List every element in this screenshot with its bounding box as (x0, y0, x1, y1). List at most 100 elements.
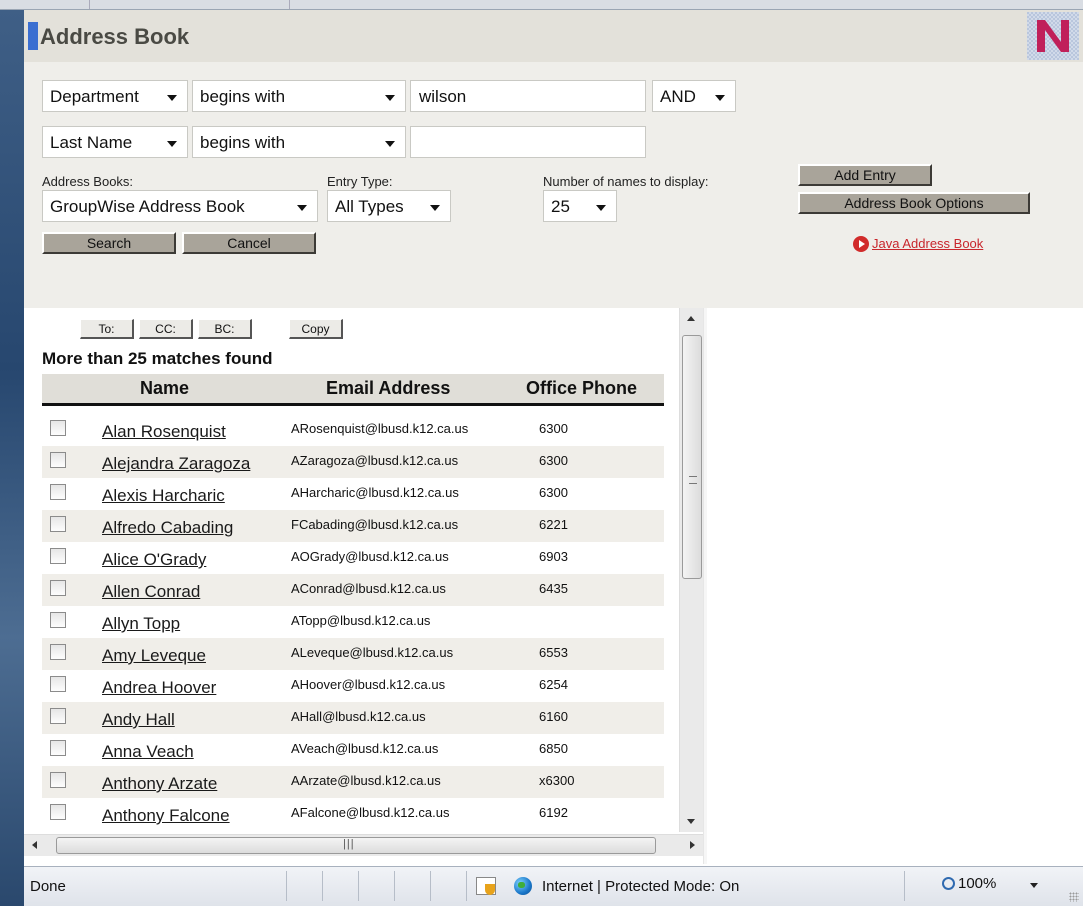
row-checkbox[interactable] (50, 804, 66, 820)
column-header-phone[interactable]: Office Phone (526, 378, 637, 399)
status-divider (286, 871, 287, 901)
contact-name-link[interactable]: Alice O'Grady (102, 550, 206, 570)
contact-phone: x6300 (539, 773, 575, 788)
row-checkbox[interactable] (50, 452, 66, 468)
contact-email: AZaragoza@lbusd.k12.ca.us (291, 453, 459, 468)
num-names-value: 25 (551, 197, 570, 216)
row-checkbox[interactable] (50, 772, 66, 788)
operator-select-1-value: begins with (200, 87, 286, 106)
bc-button[interactable]: BC: (198, 319, 252, 339)
entry-type-select[interactable]: All Types (327, 190, 451, 222)
horizontal-scroll-thumb[interactable]: ||| (56, 837, 656, 854)
contact-name-link[interactable]: Allen Conrad (102, 582, 200, 602)
security-zone-text: Internet | Protected Mode: On (542, 878, 740, 895)
status-divider (904, 871, 905, 901)
table-row: Allyn Topp ATopp@lbusd.k12.ca.us (42, 606, 664, 638)
contact-name-link[interactable]: Anthony Arzate (102, 774, 217, 794)
vertical-scrollbar[interactable] (679, 308, 703, 832)
chevron-down-icon (167, 95, 177, 101)
address-book-select[interactable]: GroupWise Address Book (42, 190, 318, 222)
contact-name-link[interactable]: Allyn Topp (102, 614, 180, 634)
contact-email: ATopp@lbusd.k12.ca.us (291, 613, 431, 628)
operator-select-2-value: begins with (200, 133, 286, 152)
contact-name-link[interactable]: Alexis Harcharic (102, 486, 225, 506)
row-checkbox[interactable] (50, 548, 66, 564)
row-checkbox[interactable] (50, 420, 66, 436)
grip-icon (689, 476, 697, 484)
to-button[interactable]: To: (80, 319, 134, 339)
status-divider (358, 871, 359, 901)
add-entry-button[interactable]: Add Entry (798, 164, 932, 186)
globe-icon (514, 877, 532, 895)
java-address-book-link[interactable]: Java Address Book (872, 236, 983, 251)
contact-phone: 6850 (539, 741, 568, 756)
contact-name-link[interactable]: Amy Leveque (102, 646, 206, 666)
row-checkbox[interactable] (50, 708, 66, 724)
operator-select-2[interactable]: begins with (192, 126, 406, 158)
chevron-down-icon[interactable] (1030, 883, 1038, 888)
scroll-up-icon[interactable] (687, 316, 695, 321)
contact-phone: 6553 (539, 645, 568, 660)
contact-name-link[interactable]: Andrea Hoover (102, 678, 216, 698)
contact-phone: 6435 (539, 581, 568, 596)
search-value-input-2[interactable] (410, 126, 646, 158)
frame-divider[interactable] (703, 308, 707, 864)
contact-email: AFalcone@lbusd.k12.ca.us (291, 805, 450, 820)
table-row: Amy Leveque ALeveque@lbusd.k12.ca.us 655… (42, 638, 664, 670)
contact-name-link[interactable]: Alejandra Zaragoza (102, 454, 250, 474)
cc-button[interactable]: CC: (139, 319, 193, 339)
scroll-right-icon[interactable] (690, 841, 695, 849)
status-text: Done (30, 878, 66, 895)
chevron-down-icon (430, 205, 440, 211)
row-checkbox[interactable] (50, 516, 66, 532)
row-checkbox[interactable] (50, 612, 66, 628)
resize-grip-icon[interactable] (1069, 892, 1079, 902)
search-button[interactable]: Search (42, 232, 176, 254)
row-checkbox[interactable] (50, 580, 66, 596)
chevron-down-icon (596, 205, 606, 211)
zoom-level[interactable]: 100% (958, 875, 996, 892)
table-header: Name Email Address Office Phone (42, 374, 664, 406)
contact-phone: 6254 (539, 677, 568, 692)
cancel-button[interactable]: Cancel (182, 232, 316, 254)
contact-name-link[interactable]: Anthony Falcone (102, 806, 230, 826)
contact-email: AHarcharic@lbusd.k12.ca.us (291, 485, 459, 500)
chevron-down-icon (385, 141, 395, 147)
operator-select-1[interactable]: begins with (192, 80, 406, 112)
horizontal-scrollbar[interactable]: ||| (24, 834, 703, 856)
row-checkbox[interactable] (50, 740, 66, 756)
magnifier-icon (942, 877, 955, 890)
chevron-down-icon (715, 95, 725, 101)
contact-email: FCabading@lbusd.k12.ca.us (291, 517, 459, 532)
column-header-name[interactable]: Name (140, 378, 189, 399)
field-select-2[interactable]: Last Name (42, 126, 188, 158)
contact-name-link[interactable]: Anna Veach (102, 742, 194, 762)
table-row: Alfredo Cabading FCabading@lbusd.k12.ca.… (42, 510, 664, 542)
table-row: Allen Conrad AConrad@lbusd.k12.ca.us 643… (42, 574, 664, 606)
row-checkbox[interactable] (50, 644, 66, 660)
table-row: Alice O'Grady AOGrady@lbusd.k12.ca.us 69… (42, 542, 664, 574)
search-value-input-1[interactable]: wilson (410, 80, 646, 112)
num-names-select[interactable]: 25 (543, 190, 617, 222)
contact-phone: 6192 (539, 805, 568, 820)
row-checkbox[interactable] (50, 484, 66, 500)
copy-button[interactable]: Copy (289, 319, 343, 339)
contact-email: AConrad@lbusd.k12.ca.us (291, 581, 446, 596)
vertical-scroll-thumb[interactable] (682, 335, 702, 579)
address-book-options-button[interactable]: Address Book Options (798, 192, 1030, 214)
contact-email: ARosenquist@lbusd.k12.ca.us (291, 421, 469, 436)
table-row: Alexis Harcharic AHarcharic@lbusd.k12.ca… (42, 478, 664, 510)
column-header-email[interactable]: Email Address (326, 378, 450, 399)
table-row: Andrea Hoover AHoover@lbusd.k12.ca.us 62… (42, 670, 664, 702)
field-select-1[interactable]: Department (42, 80, 188, 112)
contact-name-link[interactable]: Andy Hall (102, 710, 175, 730)
contact-name-link[interactable]: Alfredo Cabading (102, 518, 233, 538)
scroll-down-icon[interactable] (687, 819, 695, 824)
browser-top-strip (0, 0, 1083, 10)
contact-name-link[interactable]: Alan Rosenquist (102, 422, 226, 442)
scroll-left-icon[interactable] (32, 841, 37, 849)
security-warning-icon[interactable] (476, 877, 496, 895)
row-checkbox[interactable] (50, 676, 66, 692)
conjunction-select[interactable]: AND (652, 80, 736, 112)
table-row: Alejandra Zaragoza AZaragoza@lbusd.k12.c… (42, 446, 664, 478)
